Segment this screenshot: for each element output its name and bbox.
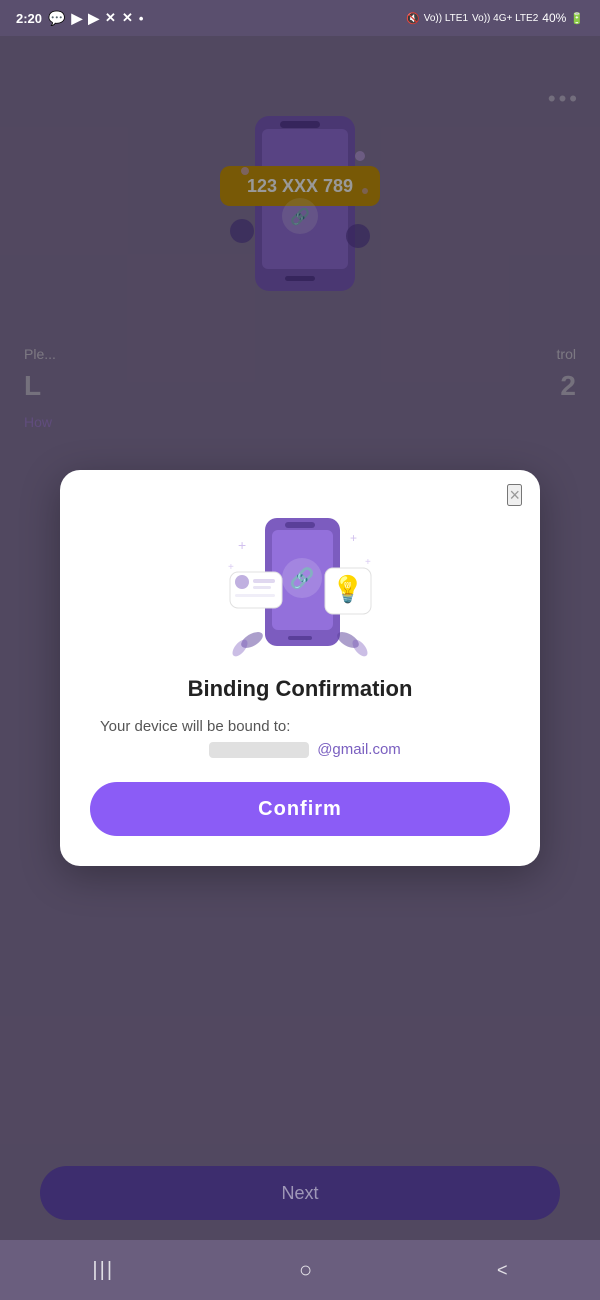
modal-close-button[interactable]: × <box>507 484 522 506</box>
confirm-button[interactable]: Confirm <box>90 782 510 836</box>
status-bar: 2:20 💬 ▶ ▶ ✕ ✕ • 🔇 Vo)) LTE1 Vo)) 4G+ LT… <box>0 0 600 36</box>
youtube-icon: ▶ <box>71 10 82 27</box>
svg-text:+: + <box>238 537 246 553</box>
dot-icon: • <box>139 11 144 26</box>
x2-icon: ✕ <box>122 10 133 26</box>
bottom-nav: ||| ○ < <box>0 1240 600 1300</box>
email-blurred <box>209 742 309 758</box>
signal1-icon: Vo)) LTE1 <box>424 13 468 24</box>
nav-home-icon[interactable]: ○ <box>299 1257 312 1283</box>
nav-back-icon[interactable]: ||| <box>92 1259 114 1282</box>
whatsapp-icon: 💬 <box>48 10 65 27</box>
modal-illustration: 🔗 💡 + + + + <box>220 500 380 660</box>
modal-body-text: Your device will be bound to: <box>90 718 510 735</box>
status-right: 🔇 Vo)) LTE1 Vo)) 4G+ LTE2 40% 🔋 <box>406 11 584 25</box>
svg-text:💡: 💡 <box>332 574 364 604</box>
modal-email-line: @gmail.com <box>199 741 401 758</box>
time-display: 2:20 <box>16 11 42 26</box>
email-suffix: @gmail.com <box>317 741 401 758</box>
youtube2-icon: ▶ <box>88 10 99 27</box>
nav-recents-icon[interactable]: < <box>497 1260 508 1281</box>
x-icon: ✕ <box>105 10 116 26</box>
svg-text:+: + <box>228 562 234 573</box>
svg-text:🔗: 🔗 <box>290 566 315 590</box>
binding-illustration-svg: 🔗 💡 + + + + <box>220 500 380 660</box>
battery-display: 40% <box>542 11 566 25</box>
mute-icon: 🔇 <box>406 12 420 25</box>
svg-text:+: + <box>365 557 371 568</box>
status-left: 2:20 💬 ▶ ▶ ✕ ✕ • <box>16 10 143 27</box>
modal-title: Binding Confirmation <box>188 676 413 702</box>
signal2-icon: Vo)) 4G+ LTE2 <box>472 13 538 24</box>
binding-confirmation-modal: × 🔗 💡 <box>60 470 540 866</box>
svg-text:+: + <box>350 531 357 545</box>
next-button-label: Next <box>281 1183 318 1204</box>
modal-overlay: × 🔗 💡 <box>0 36 600 1300</box>
next-button[interactable]: Next <box>40 1166 560 1220</box>
battery-icon: 🔋 <box>570 12 584 25</box>
